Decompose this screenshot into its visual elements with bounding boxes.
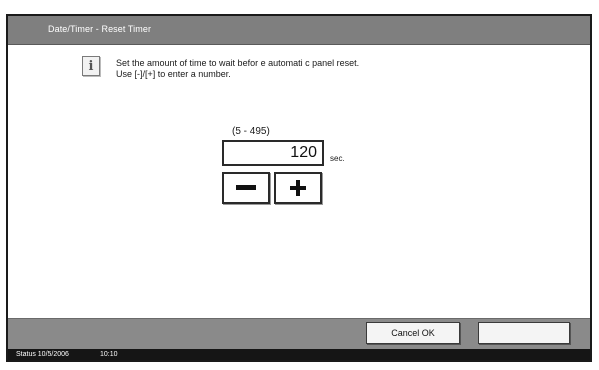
window-title: Date/Timer - Reset Timer (48, 24, 152, 34)
increment-button[interactable] (274, 172, 322, 204)
reset-timer-screen: Date/Timer - Reset Timer i Set the amoun… (6, 14, 592, 362)
status-bar: Status 10/5/2006 10:10 (8, 349, 590, 360)
cancel-ok-button[interactable]: Cancel OK (366, 322, 460, 344)
instruction-line-1: Set the amount of time to wait befor e a… (116, 58, 360, 68)
plus-icon (290, 180, 306, 196)
timer-value-field[interactable]: 120 (222, 140, 324, 166)
blank-button[interactable] (478, 322, 570, 344)
status-date: Status 10/5/2006 (16, 351, 69, 358)
unit-label: sec. (330, 154, 345, 163)
range-label: (5 - 495) (232, 126, 270, 137)
instruction-line-2: Use [-]/[+] to enter a number. (116, 69, 231, 79)
info-icon: i (82, 56, 100, 76)
decrement-button[interactable] (222, 172, 270, 204)
title-bar: Date/Timer - Reset Timer (8, 16, 590, 45)
minus-icon (236, 185, 256, 190)
status-time: 10:10 (100, 351, 118, 358)
